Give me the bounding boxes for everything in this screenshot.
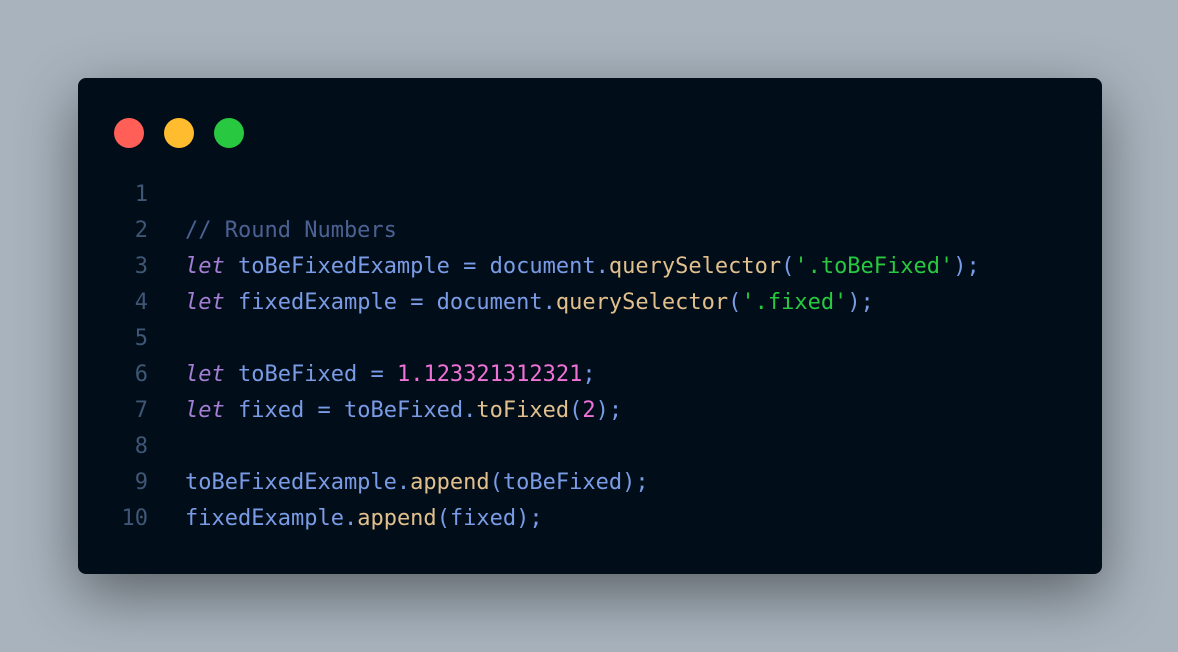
code-editor[interactable]: 1 2 // Round Numbers 3 let toBeFixedExample … [78,177,1102,537]
code-token-punct: ); [953,254,980,279]
code-token-func: querySelector [608,254,782,279]
code-token-ident: fixedExample [185,506,344,531]
code-token-punct: ( [781,254,795,279]
code-token-ident: fixedExample [224,290,411,315]
code-token-punct: = [370,362,384,387]
line-source: fixedExample.append(fixed); [185,501,543,537]
code-token-ident: toBeFixed [330,398,464,423]
code-line: 2 // Round Numbers [78,213,1102,249]
code-token-func: append [410,470,490,495]
code-token-punct: (toBeFixed); [489,470,649,495]
line-number: 10 [121,506,149,531]
code-token-punct: ( [728,290,742,315]
code-token-ident: fixed [224,398,318,423]
code-token-keyword: let [185,254,225,279]
minimize-button[interactable] [164,118,194,148]
line-number: 5 [134,326,148,351]
code-token-string: '.toBeFixed' [794,254,954,279]
code-token-keyword: let [185,398,225,423]
code-token-punct: . [542,290,556,315]
code-token-ident: toBeFixedExample [224,254,464,279]
line-source: toBeFixedExample.append(toBeFixed); [185,465,649,501]
line-number: 4 [134,290,148,315]
code-token-punct: . [396,470,411,495]
code-token-punct: ; [582,362,596,387]
line-number: 3 [134,254,148,279]
line-number: 8 [134,434,148,459]
close-button[interactable] [114,118,144,148]
code-token-punct: . [463,398,477,423]
code-line: 5 [78,321,1102,357]
code-token-punct: . [343,506,358,531]
code-token-punct: ( [569,398,583,423]
code-token-ident: document [423,290,543,315]
line-number: 7 [134,398,148,423]
line-source: let fixedExample = document.querySelecto… [185,285,874,321]
line-number: 6 [134,362,148,387]
code-token-number: 2 [582,398,596,423]
code-token-func: toFixed [476,398,570,423]
code-token-punct: ); [847,290,874,315]
line-source: let fixed = toBeFixed.toFixed(2); [185,393,622,429]
line-number: 1 [134,182,148,207]
line-source: let toBeFixedExample = document.querySel… [185,249,980,285]
code-token-number: 1.123321312321 [396,362,583,387]
line-source: // Round Numbers [185,213,397,249]
code-line: 4 let fixedExample = document.querySelect… [78,285,1102,321]
code-token-ident: toBeFixedExample [185,470,397,495]
code-token-keyword: let [185,290,225,315]
code-token-func: append [357,506,437,531]
code-window: 1 2 // Round Numbers 3 let toBeFixedExample … [78,78,1102,574]
code-token-punct: = [463,254,477,279]
code-token-punct: (fixed); [436,506,543,531]
code-token-comment: // Round Numbers [185,218,397,243]
code-token-punct: . [595,254,609,279]
code-token-keyword: let [185,362,225,387]
code-line: 10 fixedExample.append(fixed); [78,501,1102,537]
code-token-func: querySelector [555,290,729,315]
code-line: 7 let fixed = toBeFixed.toFixed(2); [78,393,1102,429]
code-line: 9 toBeFixedExample.append(toBeFixed); [78,465,1102,501]
code-line: 8 [78,429,1102,465]
code-token-punct: = [317,398,331,423]
code-token-ident [384,362,397,387]
code-token-ident: document [476,254,596,279]
code-token-string: '.fixed' [741,290,848,315]
code-line: 6 let toBeFixed = 1.123321312321; [78,357,1102,393]
line-number: 9 [134,470,148,495]
maximize-button[interactable] [214,118,244,148]
code-line: 1 [78,177,1102,213]
line-number: 2 [134,218,148,243]
code-token-punct: ); [595,398,623,423]
code-token-ident: toBeFixed [224,362,371,387]
code-token-punct: = [410,290,424,315]
code-line: 3 let toBeFixedExample = document.querySe… [78,249,1102,285]
line-source: let toBeFixed = 1.123321312321; [185,357,596,393]
